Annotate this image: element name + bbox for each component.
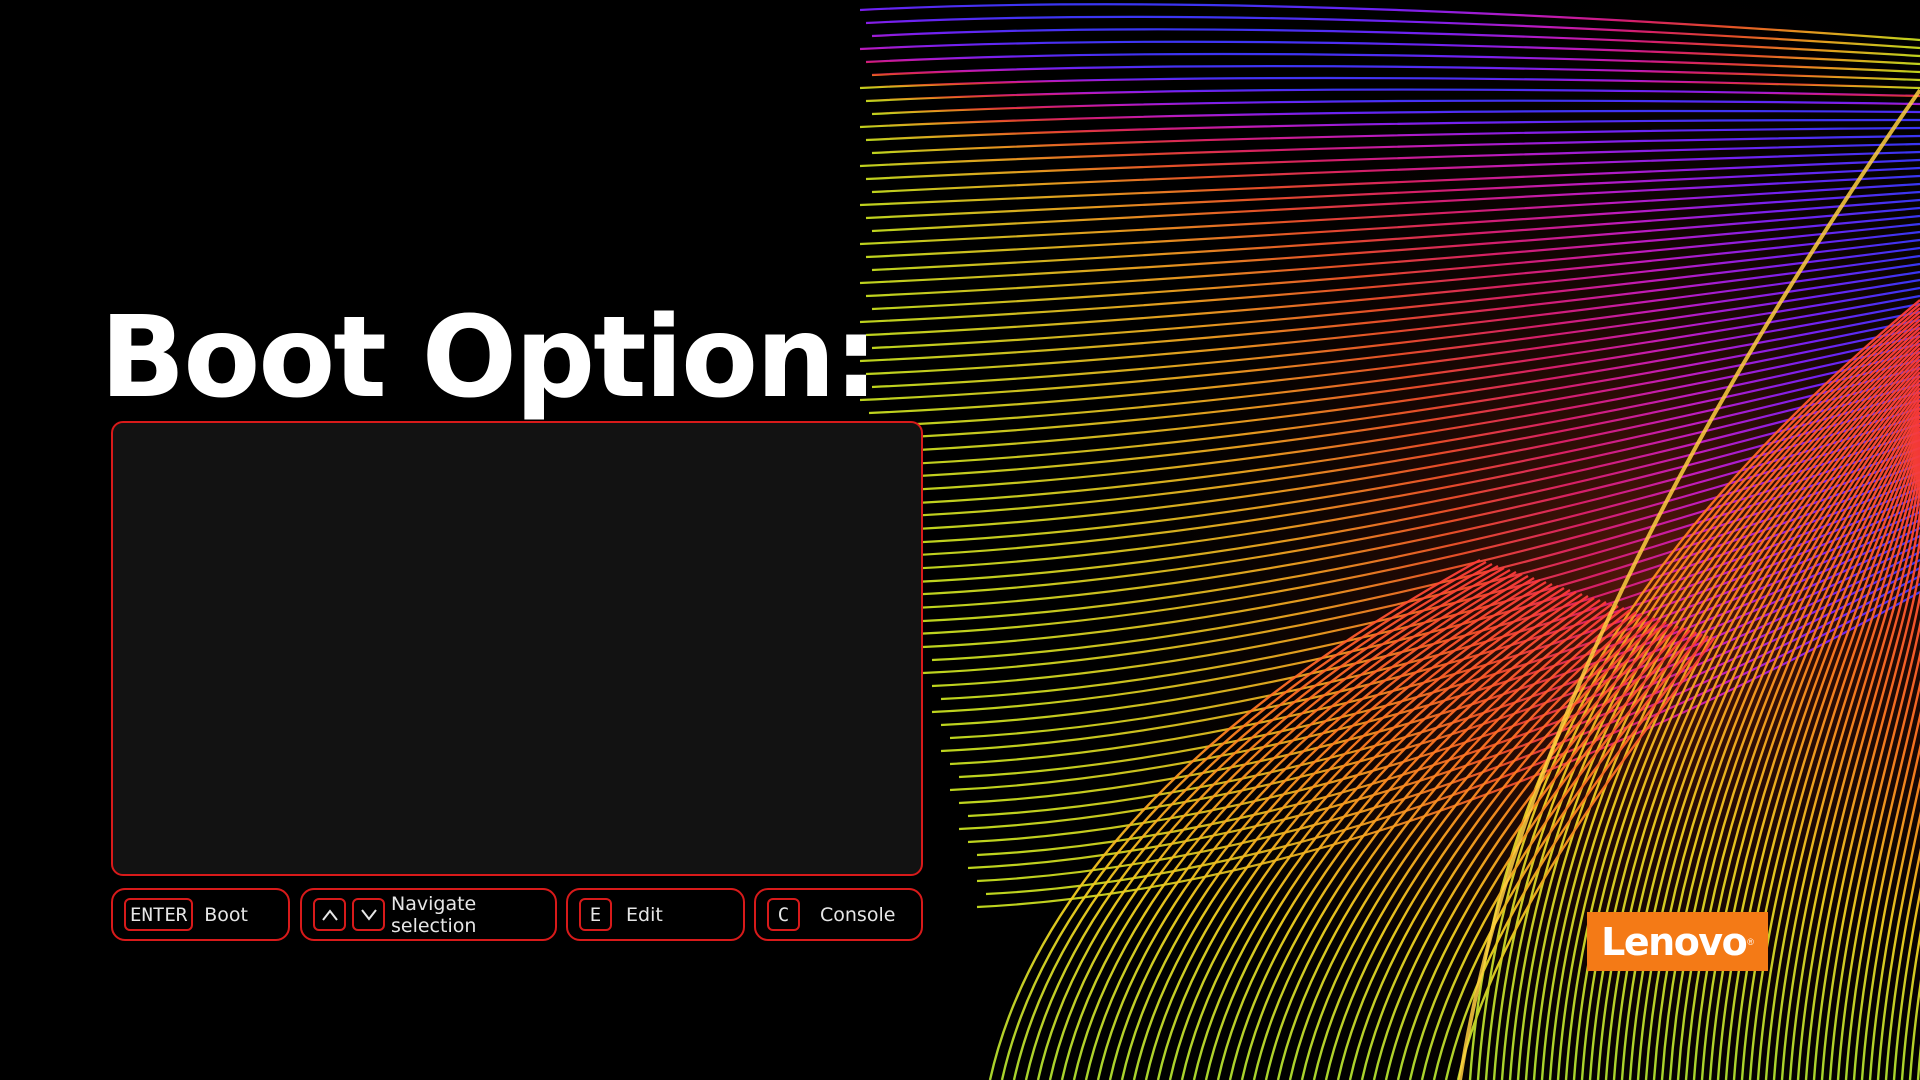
- down-arrow-icon: [352, 898, 385, 931]
- edit-key: E: [579, 898, 612, 931]
- boot-menu-list[interactable]: [111, 421, 923, 876]
- hint-navigate[interactable]: Navigate selection: [300, 888, 557, 941]
- up-arrow-icon: [313, 898, 346, 931]
- trademark-icon: ®: [1747, 936, 1754, 947]
- hint-boot[interactable]: ENTER Boot: [111, 888, 290, 941]
- hint-console[interactable]: C Console: [754, 888, 923, 941]
- hint-boot-label: Boot: [204, 903, 248, 926]
- brand-name: Lenovo: [1601, 919, 1748, 964]
- hint-console-label: Console: [820, 903, 896, 926]
- hint-edit-label: Edit: [626, 903, 663, 926]
- page-title: Boot Option:: [100, 293, 879, 423]
- hint-edit[interactable]: E Edit: [566, 888, 745, 941]
- console-key: C: [767, 898, 800, 931]
- hint-navigate-label: Navigate selection: [391, 892, 477, 937]
- lenovo-logo: Lenovo ®: [1587, 912, 1768, 971]
- enter-key: ENTER: [124, 898, 194, 931]
